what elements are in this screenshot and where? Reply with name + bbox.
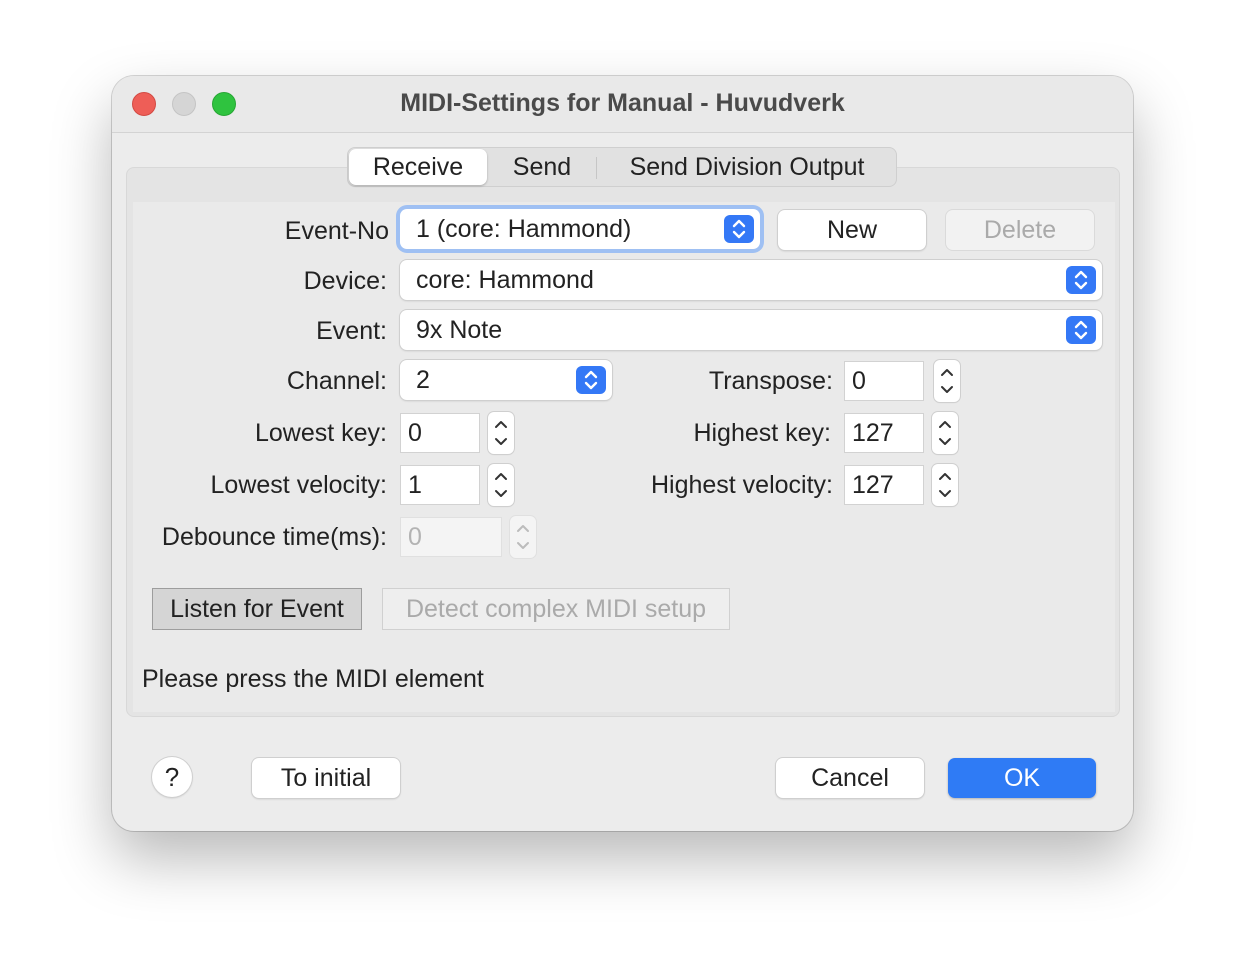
cancel-button[interactable]: Cancel — [776, 758, 924, 798]
highest-key-input[interactable]: 127 — [844, 413, 924, 453]
highest-key-stepper[interactable] — [932, 412, 958, 454]
listen-for-event-button[interactable]: Listen for Event — [152, 588, 362, 630]
event-value: 9x Note — [416, 316, 503, 344]
ok-button[interactable]: OK — [948, 758, 1096, 798]
status-message: Please press the MIDI element — [142, 665, 484, 693]
highest-velocity-stepper[interactable] — [932, 464, 958, 506]
lowest-velocity-input[interactable]: 1 — [400, 465, 480, 505]
tab-receive[interactable]: Receive — [349, 149, 487, 185]
tab-send[interactable]: Send — [488, 148, 596, 186]
event-no-value: 1 (core: Hammond) — [416, 215, 632, 243]
debounce-input[interactable]: 0 — [400, 517, 502, 557]
updown-arrows-icon — [1066, 266, 1096, 294]
debounce-label: Debounce time(ms): — [161, 523, 387, 551]
device-select[interactable]: core: Hammond — [400, 260, 1102, 300]
event-no-select[interactable]: 1 (core: Hammond) — [400, 209, 760, 249]
transpose-label: Transpose: — [708, 367, 833, 395]
title-bar: MIDI-Settings for Manual - Huvudverk — [112, 76, 1133, 133]
tab-separator — [596, 157, 597, 179]
lowest-key-input[interactable]: 0 — [400, 413, 480, 453]
tab-send-division-output[interactable]: Send Division Output — [598, 148, 896, 186]
highest-velocity-input[interactable]: 127 — [844, 465, 924, 505]
new-button[interactable]: New — [778, 210, 926, 250]
lowest-key-stepper[interactable] — [488, 412, 514, 454]
help-button[interactable]: ? — [152, 757, 192, 797]
to-initial-button[interactable]: To initial — [252, 758, 400, 798]
tab-bar: Receive Send Send Division Output — [347, 147, 897, 187]
lowest-velocity-label: Lowest velocity: — [210, 471, 387, 499]
updown-arrows-icon — [724, 215, 754, 243]
detect-complex-midi-button[interactable]: Detect complex MIDI setup — [382, 588, 730, 630]
transpose-input[interactable]: 0 — [844, 361, 924, 401]
highest-velocity-label: Highest velocity: — [650, 471, 833, 499]
device-label: Device: — [303, 267, 387, 295]
event-select[interactable]: 9x Note — [400, 310, 1102, 350]
updown-arrows-icon — [1066, 316, 1096, 344]
debounce-stepper[interactable] — [510, 516, 536, 558]
event-no-label: Event-No — [284, 217, 389, 245]
channel-label: Channel: — [286, 367, 387, 395]
device-value: core: Hammond — [416, 266, 594, 294]
delete-button[interactable]: Delete — [946, 210, 1094, 250]
updown-arrows-icon — [576, 366, 606, 394]
lowest-velocity-stepper[interactable] — [488, 464, 514, 506]
highest-key-label: Highest key: — [693, 419, 831, 447]
lowest-key-label: Lowest key: — [254, 419, 387, 447]
event-label: Event: — [316, 317, 387, 345]
channel-value: 2 — [416, 366, 430, 394]
midi-settings-window: MIDI-Settings for Manual - Huvudverk Rec… — [112, 76, 1133, 831]
transpose-stepper[interactable] — [934, 360, 960, 402]
channel-select[interactable]: 2 — [400, 360, 612, 400]
window-title: MIDI-Settings for Manual - Huvudverk — [400, 89, 845, 117]
